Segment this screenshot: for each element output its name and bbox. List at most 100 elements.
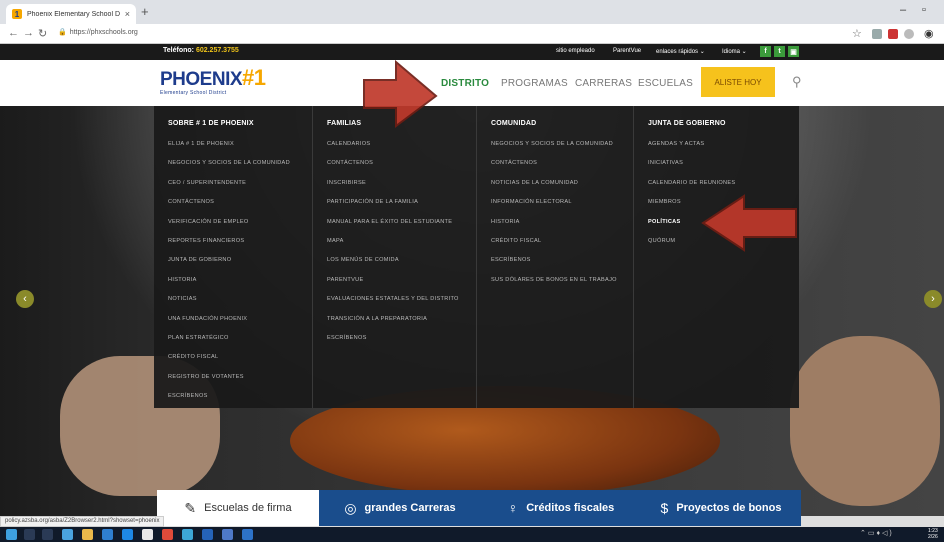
menu-item[interactable]: CALENDARIO DE REUNIONES <box>648 180 799 186</box>
employee-site-link[interactable]: sitio empleado <box>556 48 595 54</box>
menu-item[interactable]: CONTÁCTENOS <box>168 199 312 205</box>
slider-next-icon[interactable]: › <box>924 290 942 308</box>
menu-column-comunidad: COMUNIDAD NEGOCIOS Y SOCIOS DE LA COMUNI… <box>477 106 634 408</box>
menu-item[interactable]: CONTÁCTENOS <box>491 160 633 166</box>
windows-start-icon[interactable] <box>6 529 17 540</box>
mail-icon[interactable] <box>142 529 153 540</box>
menu-heading: SOBRE # 1 DE PHOENIX <box>168 120 254 127</box>
restore-icon[interactable]: ▫ <box>922 4 926 16</box>
menu-item[interactable]: CONTÁCTENOS <box>327 160 476 166</box>
slider-prev-icon[interactable]: ‹ <box>16 290 34 308</box>
parentvue-link[interactable]: ParentVue <box>613 48 641 54</box>
nav-escuelas[interactable]: ESCUELAS <box>638 78 693 89</box>
menu-item[interactable]: HISTORIA <box>491 219 633 225</box>
nav-carreras[interactable]: CARRERAS <box>575 78 632 89</box>
menu-heading: COMUNIDAD <box>491 120 537 127</box>
menu-item[interactable]: INICIATIVAS <box>648 160 799 166</box>
menu-item[interactable]: AGENDAS Y ACTAS <box>648 141 799 147</box>
menu-item[interactable]: CALENDARIOS <box>327 141 476 147</box>
feature-bond-projects[interactable]: $ Proyectos de bonos <box>641 490 801 526</box>
menu-item[interactable]: SUS DÓLARES DE BONOS EN EL TRABAJO <box>491 277 633 283</box>
menu-item[interactable]: MANUAL PARA EL ÉXITO DEL ESTUDIANTE <box>327 219 476 225</box>
menu-item[interactable]: TRANSICIÓN A LA PREPARATORIA <box>327 316 476 322</box>
minimize-icon[interactable]: – <box>900 4 906 16</box>
quick-links-dropdown[interactable]: enlaces rápidos ⌄ <box>656 48 705 55</box>
app-icon[interactable] <box>222 529 233 540</box>
menu-item[interactable]: INSCRIBIRSE <box>327 180 476 186</box>
reload-icon[interactable]: ↻ <box>38 27 47 40</box>
menu-heading: JUNTA DE GOBIERNO <box>648 120 726 127</box>
menu-item[interactable]: CEO / SUPERINTENDENTE <box>168 180 312 186</box>
extension-icon[interactable] <box>888 29 898 39</box>
site-logo[interactable]: PHOENIX#1 Elementary School District <box>160 67 266 97</box>
new-tab-button[interactable]: + <box>141 5 149 19</box>
menu-item[interactable]: PARENTVUE <box>327 277 476 283</box>
menu-item[interactable]: HISTORIA <box>168 277 312 283</box>
browser-tab[interactable]: 1 Phoenix Elementary School Distri × <box>6 4 136 24</box>
menu-item[interactable]: ESCRÍBENOS <box>491 257 633 263</box>
phone-info: Teléfono: 602.257.3755 <box>163 47 239 54</box>
edge-icon[interactable] <box>122 529 133 540</box>
file-explorer-icon[interactable] <box>82 529 93 540</box>
lock-icon: 🔒 <box>58 29 67 36</box>
menu-column-junta: JUNTA DE GOBIERNO AGENDAS Y ACTAS INICIA… <box>634 106 799 408</box>
menu-item[interactable]: PARTICIPACIÓN DE LA FAMILIA <box>327 199 476 205</box>
menu-item[interactable]: MAPA <box>327 238 476 244</box>
menu-item[interactable]: ESCRÍBENOS <box>168 393 312 399</box>
pencil-icon: ✎ <box>184 499 197 516</box>
extension-icon[interactable] <box>904 29 914 39</box>
twitter-icon[interactable]: t <box>774 46 785 57</box>
account-icon[interactable]: ◉ <box>924 27 934 40</box>
system-tray[interactable]: ⌃▭♦◁) <box>860 529 894 537</box>
url-field[interactable]: 🔒 https://phxschools.org <box>58 28 138 36</box>
compass-icon: ◎ <box>344 499 357 516</box>
extension-icon[interactable] <box>872 29 882 39</box>
app-icon[interactable] <box>242 529 253 540</box>
menu-item[interactable]: LOS MENÚS DE COMIDA <box>327 257 476 263</box>
menu-item[interactable]: ESCRÍBENOS <box>327 335 476 341</box>
menu-item[interactable]: NOTICIAS <box>168 296 312 302</box>
back-icon[interactable]: ← <box>8 27 19 39</box>
feature-tax-credits[interactable]: ♀ Créditos fiscales <box>481 490 641 526</box>
menu-item[interactable]: NOTICIAS DE LA COMUNIDAD <box>491 180 633 186</box>
enroll-now-button[interactable]: ALISTE HOY <box>701 67 775 97</box>
menu-item[interactable]: CRÉDITO FISCAL <box>168 354 312 360</box>
site-header: PHOENIX#1 Elementary School District DIS… <box>0 60 944 106</box>
menu-item[interactable]: JUNTA DE GOBIERNO <box>168 257 312 263</box>
feature-signature-schools[interactable]: ✎ Escuelas de firma <box>157 490 319 526</box>
menu-item[interactable]: REPORTES FINANCIEROS <box>168 238 312 244</box>
instagram-icon[interactable]: ▣ <box>788 46 799 57</box>
forward-icon[interactable]: → <box>23 27 34 39</box>
chrome-icon[interactable] <box>162 529 173 540</box>
nav-distrito[interactable]: DISTRITO <box>441 78 489 89</box>
windows-taskbar: ⌃▭♦◁) 1:23 2/26 <box>0 527 944 542</box>
search-icon[interactable] <box>24 529 35 540</box>
menu-item[interactable]: ELIJA # 1 DE PHOENIX <box>168 141 312 147</box>
close-tab-icon[interactable]: × <box>125 9 130 19</box>
language-dropdown[interactable]: Idioma ⌄ <box>722 48 747 55</box>
menu-column-familias: FAMILIAS CALENDARIOS CONTÁCTENOS INSCRIB… <box>313 106 477 408</box>
feature-great-careers[interactable]: ◎ grandes Carreras <box>319 490 481 526</box>
taskbar-clock[interactable]: 1:23 2/26 <box>928 528 938 540</box>
distrito-mega-menu: SOBRE # 1 DE PHOENIX ELIJA # 1 DE PHOENI… <box>154 106 799 408</box>
nav-programas[interactable]: PROGRAMAS <box>501 78 568 89</box>
app-icon[interactable] <box>182 529 193 540</box>
search-icon[interactable]: ⚲ <box>792 74 802 90</box>
menu-item[interactable]: REGISTRO DE VOTANTES <box>168 374 312 380</box>
menu-item[interactable]: VERIFICACIÓN DE EMPLEO <box>168 219 312 225</box>
menu-item[interactable]: NEGOCIOS Y SOCIOS DE LA COMUNIDAD <box>168 160 312 166</box>
menu-item[interactable]: INFORMACIÓN ELECTORAL <box>491 199 633 205</box>
menu-item[interactable]: NEGOCIOS Y SOCIOS DE LA COMUNIDAD <box>491 141 633 147</box>
phone-number[interactable]: 602.257.3755 <box>196 47 239 54</box>
menu-item[interactable]: CRÉDITO FISCAL <box>491 238 633 244</box>
status-bar-url: policy.azsba.org/asba/Z2Browser2.html?sh… <box>0 516 165 527</box>
menu-item[interactable]: PLAN ESTRATÉGICO <box>168 335 312 341</box>
menu-item[interactable]: EVALUACIONES ESTATALES Y DEL DISTRITO <box>327 296 476 302</box>
bookmark-star-icon[interactable]: ☆ <box>852 27 862 40</box>
facebook-icon[interactable]: f <box>760 46 771 57</box>
task-view-icon[interactable] <box>42 529 53 540</box>
store-icon[interactable] <box>102 529 113 540</box>
app-icon[interactable] <box>202 529 213 540</box>
menu-item[interactable]: UNA FUNDACIÓN PHOENIX <box>168 316 312 322</box>
app-icon[interactable] <box>62 529 73 540</box>
